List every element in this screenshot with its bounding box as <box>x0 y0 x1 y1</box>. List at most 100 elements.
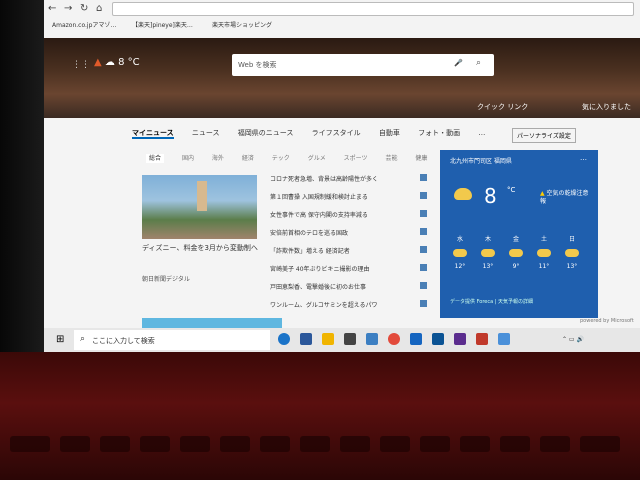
forecast-day[interactable]: 土 11° <box>534 234 554 270</box>
back-icon[interactable]: ← <box>48 3 56 14</box>
promo-banner[interactable] <box>142 318 282 328</box>
search-input[interactable]: Web を検索 🎤 ⌕ <box>232 54 494 76</box>
laptop-keyboard <box>0 352 640 480</box>
key <box>540 436 570 452</box>
key <box>100 436 130 452</box>
powered-by: powered by Microsoft <box>580 318 634 324</box>
key <box>380 436 410 452</box>
source-icon <box>420 300 427 307</box>
forecast-day[interactable]: 金 9° <box>506 234 526 270</box>
sun-icon <box>481 249 495 257</box>
photos-icon[interactable] <box>322 333 334 345</box>
taskbar-search-input[interactable]: ⌕ ここに入力して検索 <box>74 330 270 350</box>
weather-alert: ▲ 空気の乾燥注意報 <box>540 190 590 206</box>
tab-more[interactable]: … <box>478 129 485 137</box>
forecast-day[interactable]: 日 13° <box>562 234 582 270</box>
headline-item[interactable]: 「詐欺件数」増える 経済記者 <box>270 246 430 255</box>
subtab[interactable]: 健康 <box>415 155 427 162</box>
taskbar-search-placeholder: ここに入力して検索 <box>92 337 155 345</box>
sun-icon <box>537 249 551 257</box>
tab-autos[interactable]: 自動車 <box>379 129 400 137</box>
headline-item[interactable]: 安倍前首相のテロを巡る国政 <box>270 228 430 237</box>
weather-card[interactable]: 北九州市門司区 福岡県 … 8 °C ▲ 空気の乾燥注意報 水 12° 木 13° … <box>440 150 598 318</box>
home-icon[interactable]: ⌂ <box>96 3 102 14</box>
favorites-link[interactable]: 気に入りました <box>582 102 631 112</box>
forecast-day[interactable]: 木 13° <box>478 234 498 270</box>
day-temp: 12° <box>454 263 466 270</box>
subtab[interactable]: 経済 <box>242 155 254 162</box>
headline-item[interactable]: 女性事件で高 保守内閣の支持率減る <box>270 210 430 219</box>
edge-icon[interactable] <box>278 333 290 345</box>
source-icon <box>420 174 427 181</box>
personalize-button[interactable]: パーソナライズ設定 <box>512 128 576 143</box>
headline-item[interactable]: コロナ死者急増、背景は高齢陽性が多く <box>270 174 430 183</box>
key <box>300 436 330 452</box>
weather-unit: °C <box>507 186 516 194</box>
tab-local-news[interactable]: 福岡県のニュース <box>238 129 294 137</box>
outlook-icon[interactable] <box>432 333 444 345</box>
apps-grid-icon[interactable]: ⋮⋮ <box>72 60 90 70</box>
headline-item[interactable]: 宮崎美子 40年ぶりビキニ撮影の理由 <box>270 264 430 273</box>
mic-icon[interactable]: 🎤 <box>454 59 463 67</box>
mail-icon[interactable] <box>366 333 378 345</box>
hero-weather[interactable]: ▲ ☁ 8 °C <box>94 57 140 68</box>
weather-alert-text: 空気の乾燥注意報 <box>540 190 589 205</box>
headline-item[interactable]: 戸田恵梨香、電撃婚後に初のお仕事 <box>270 282 430 291</box>
forecast-day[interactable]: 水 12° <box>450 234 470 270</box>
key <box>580 436 620 452</box>
subtab[interactable]: テック <box>272 155 290 162</box>
headline-text: 第１回曹操 入国規制緩和検討止まる <box>270 194 368 201</box>
favorite-item[interactable]: 楽天市場ショッピング <box>212 20 272 29</box>
sun-icon <box>509 249 523 257</box>
headline-text: 宮崎美子 40年ぶりビキニ撮影の理由 <box>270 266 370 273</box>
app-icon-purple[interactable] <box>454 333 466 345</box>
refresh-icon[interactable]: ↻ <box>80 3 88 14</box>
subtab[interactable]: 総合 <box>146 154 165 163</box>
app-icon-shield[interactable] <box>476 333 488 345</box>
system-tray[interactable]: ⌃ ▭ 🔊 <box>562 336 584 343</box>
tab-my-news[interactable]: マイニュース <box>132 129 174 139</box>
tab-news[interactable]: ニュース <box>192 129 220 137</box>
quick-links[interactable]: クイック リンク <box>477 102 528 112</box>
store-icon[interactable] <box>344 333 356 345</box>
subtab[interactable]: グルメ <box>308 155 326 162</box>
source-icon <box>420 228 427 235</box>
sub-nav: 総合 国内 海外 経済 テック グルメ スポーツ 芸能 健康 <box>146 153 443 163</box>
headline-text: 「詐欺件数」増える 経済記者 <box>270 248 350 255</box>
search-icon[interactable]: ⌕ <box>476 58 481 68</box>
forward-icon[interactable]: → <box>64 3 72 14</box>
word-icon[interactable] <box>300 333 312 345</box>
day-temp: 9° <box>512 263 520 270</box>
favorite-item[interactable]: 【楽天]pineye]楽天… <box>132 20 193 29</box>
app-icon-calc[interactable] <box>498 333 510 345</box>
search-icon: ⌕ <box>80 334 86 344</box>
tab-lifestyle[interactable]: ライフスタイル <box>312 129 361 137</box>
subtab[interactable]: 海外 <box>212 155 224 162</box>
favorite-item[interactable]: Amazon.co.jpアマゾ… <box>52 20 116 29</box>
headline-text: ワンルーム、グルコサミンを超えるパワ <box>270 302 378 309</box>
key <box>10 436 50 452</box>
news-feed: マイニュース ニュース 福岡県のニュース ライフスタイル 自動車 フォト・動画 … <box>42 118 640 328</box>
more-icon[interactable]: … <box>580 154 587 162</box>
headline-item[interactable]: ワンルーム、グルコサミンを超えるパワ <box>270 300 430 309</box>
app-icon-red[interactable] <box>388 333 400 345</box>
sun-icon <box>453 249 467 257</box>
windows-start-icon[interactable]: ⊞ <box>56 334 64 345</box>
feature-caption[interactable]: ディズニー、料金を3月から変動制へ <box>142 244 260 253</box>
day-temp: 13° <box>482 263 494 270</box>
app-icon-blue[interactable] <box>410 333 422 345</box>
address-bar[interactable] <box>112 2 634 16</box>
key <box>140 436 170 452</box>
headline-item[interactable]: 第１回曹操 入国規制緩和検討止まる <box>270 192 430 201</box>
weather-footer[interactable]: データ提供 Foreca | 天気予報の詳細 <box>450 298 533 305</box>
key <box>340 436 370 452</box>
feature-image[interactable] <box>142 175 257 239</box>
headline-text: コロナ死者急増、背景は高齢陽性が多く <box>270 176 379 183</box>
tab-photo-video[interactable]: フォト・動画 <box>418 129 460 137</box>
subtab[interactable]: 芸能 <box>385 155 397 162</box>
key <box>460 436 490 452</box>
subtab[interactable]: スポーツ <box>344 155 368 162</box>
day-label: 金 <box>512 236 519 243</box>
subtab[interactable]: 国内 <box>182 155 194 162</box>
key <box>220 436 250 452</box>
